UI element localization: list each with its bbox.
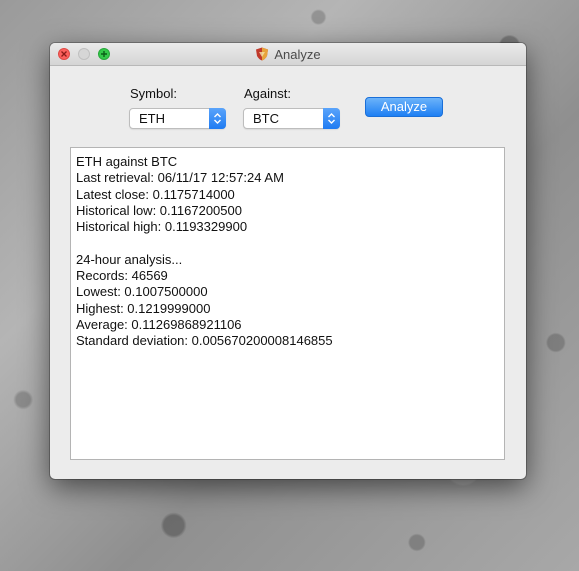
results-text-view[interactable]: ETH against BTC Last retrieval: 06/11/17… [70,147,505,460]
result-line: Historical low: 0.1167200500 [76,202,242,218]
result-line [76,235,499,251]
result-line: Records: 46569 [76,268,168,284]
against-select-value: BTC [253,111,279,126]
symbol-label: Symbol: [130,86,177,101]
shield-app-icon [256,47,269,61]
window-title-group: Analyze [50,43,526,65]
result-line: Lowest: 0.1007500000 [76,284,208,300]
result-line: Highest: 0.1219999000 [76,300,211,316]
result-line: Historical high: 0.1193329900 [76,219,248,235]
analyze-button[interactable]: Analyze [365,97,443,117]
symbol-select-value: ETH [139,111,165,126]
result-line: Standard deviation: 0.005670200008146855 [76,333,333,349]
against-select[interactable]: BTC [243,108,340,129]
window-title: Analyze [274,46,321,62]
symbol-select[interactable]: ETH [129,108,226,129]
result-line: Average: 0.11269868921106 [76,316,242,332]
against-label: Against: [244,86,291,101]
result-line: Latest close: 0.1175714000 [76,186,235,202]
result-line: ETH against BTC [76,154,178,169]
chevron-up-down-icon [323,108,340,129]
chevron-up-down-icon [209,108,226,129]
analyze-window: Analyze Symbol: Against: ETH BTC Analyze… [50,43,526,479]
result-line: Last retrieval: 06/11/17 12:57:24 AM [76,170,284,186]
title-bar[interactable]: Analyze [50,43,526,66]
result-line: 24-hour analysis... [76,251,183,267]
